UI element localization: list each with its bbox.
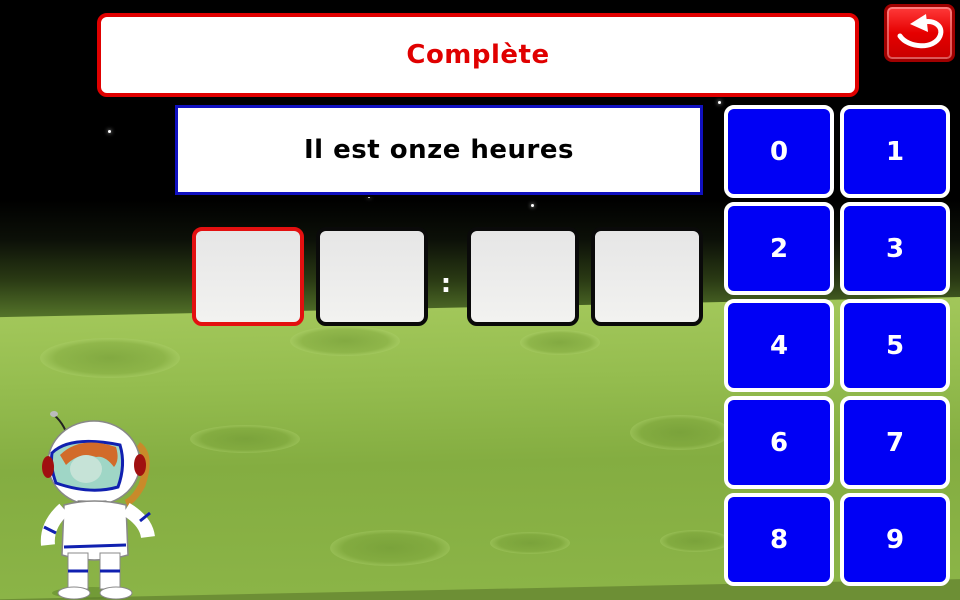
key-9[interactable]: 9 xyxy=(840,493,950,586)
crater xyxy=(40,338,180,378)
crater xyxy=(330,530,450,566)
key-3[interactable]: 3 xyxy=(840,202,950,295)
key-5[interactable]: 5 xyxy=(840,299,950,392)
star xyxy=(718,101,721,104)
crater xyxy=(630,415,730,450)
key-8[interactable]: 8 xyxy=(724,493,834,586)
crater xyxy=(490,532,570,554)
star xyxy=(531,204,534,207)
star xyxy=(108,130,111,133)
star xyxy=(368,196,370,198)
hour-tens-slot[interactable] xyxy=(192,227,304,326)
curved-back-arrow-icon xyxy=(897,14,943,49)
instruction-title: Complète xyxy=(406,40,550,70)
instruction-banner: Complète xyxy=(97,13,859,97)
crater xyxy=(660,530,730,552)
hour-units-slot[interactable] xyxy=(316,227,428,326)
key-2[interactable]: 2 xyxy=(724,202,834,295)
crater xyxy=(520,330,600,355)
key-0[interactable]: 0 xyxy=(724,105,834,198)
back-button[interactable] xyxy=(884,4,955,62)
key-7[interactable]: 7 xyxy=(840,396,950,489)
key-1[interactable]: 1 xyxy=(840,105,950,198)
time-sentence-box: Il est onze heures xyxy=(173,103,705,197)
time-sentence: Il est onze heures xyxy=(303,135,574,165)
time-separator: : xyxy=(440,269,452,299)
key-4[interactable]: 4 xyxy=(724,299,834,392)
astronaut-mascot xyxy=(40,411,155,600)
minute-units-slot[interactable] xyxy=(591,227,703,326)
minute-tens-slot[interactable] xyxy=(467,227,579,326)
crater xyxy=(190,425,300,453)
crater xyxy=(290,326,400,356)
key-6[interactable]: 6 xyxy=(724,396,834,489)
